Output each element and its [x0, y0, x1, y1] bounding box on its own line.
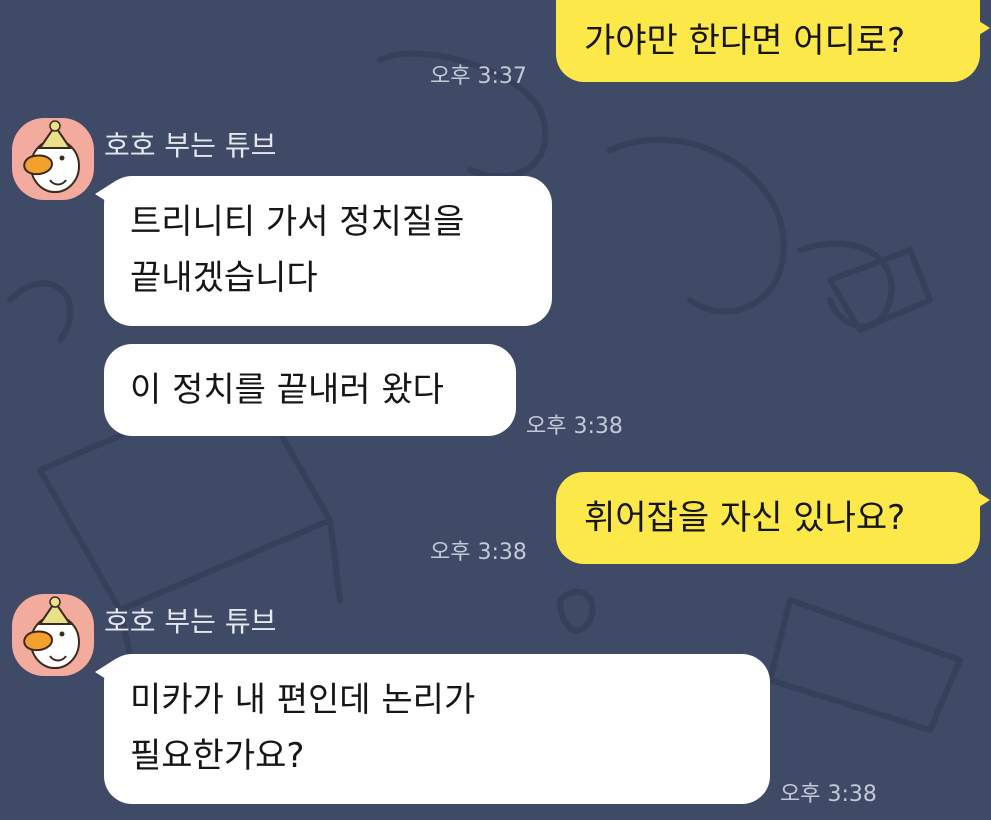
message-timestamp: 오후 3:37 — [430, 64, 527, 89]
tube-duck-character-icon — [23, 596, 80, 669]
message-text: 미카가 내 편인데 논리가 — [130, 680, 476, 720]
message-text: 이 정치를 끝내러 왔다 — [130, 370, 444, 410]
sender-name: 호호 부는 튜브 — [104, 129, 277, 162]
sender-name: 호호 부는 튜브 — [104, 605, 277, 638]
sent-message-bubble[interactable]: 가야만 한다면 어디로? — [556, 0, 980, 82]
message-timestamp: 오후 3:38 — [430, 540, 527, 565]
received-message-bubble[interactable]: 미카가 내 편인데 논리가 필요한가요? — [104, 654, 770, 804]
sent-message-bubble[interactable]: 휘어잡을 자신 있나요? — [556, 472, 980, 564]
received-message-bubble[interactable]: 트리니티 가서 정치질을 끝내겠습니다 — [104, 176, 552, 326]
message-text: 필요한가요? — [130, 736, 305, 776]
message-timestamp: 오후 3:38 — [526, 414, 623, 439]
message-text: 휘어잡을 자신 있나요? — [584, 498, 906, 538]
message-text: 가야만 한다면 어디로? — [584, 21, 906, 61]
received-message-bubble[interactable]: 이 정치를 끝내러 왔다 — [104, 344, 516, 436]
sender-avatar[interactable] — [12, 594, 94, 676]
message-text: 트리니티 가서 정치질을 — [130, 202, 465, 242]
message-timestamp: 오후 3:38 — [780, 782, 877, 807]
message-text: 끝내겠습니다 — [130, 258, 318, 298]
tube-duck-character-icon — [23, 120, 80, 193]
sender-avatar[interactable] — [12, 118, 94, 200]
